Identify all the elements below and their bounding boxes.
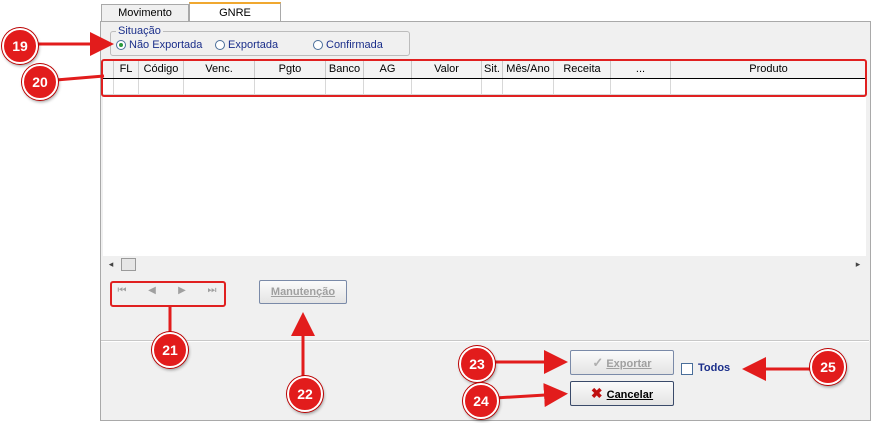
- annotation-badge-19: 19: [2, 28, 38, 64]
- annotation-badge-23: 23: [459, 346, 495, 382]
- annotation-badge-25: 25: [810, 349, 846, 385]
- annotation-badge-24: 24: [463, 383, 499, 419]
- annotation-arrows: [36, 32, 812, 408]
- annotation-badge-22: 22: [287, 376, 323, 412]
- annotation-badge-20: 20: [22, 64, 58, 100]
- annotation-badge-21: 21: [152, 332, 188, 368]
